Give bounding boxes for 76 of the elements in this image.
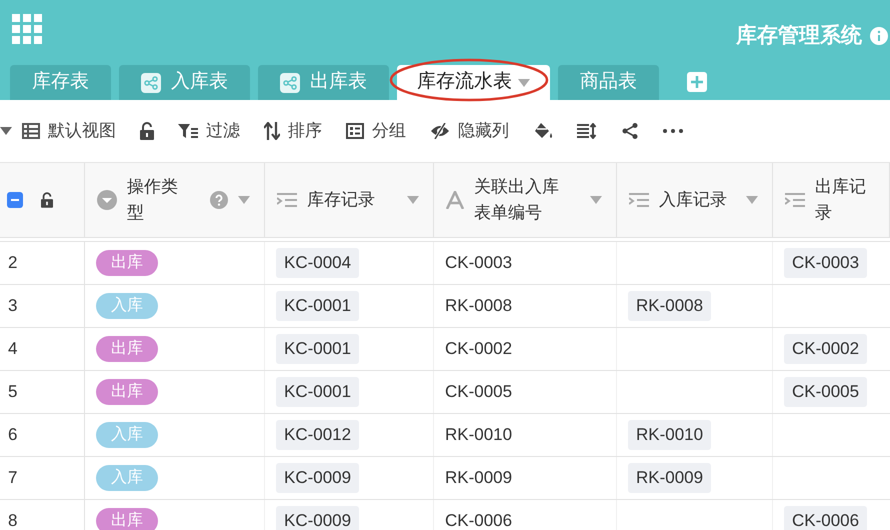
type-tag: 出库	[96, 250, 158, 276]
record-tag: CK-0005	[784, 377, 868, 407]
record-tag: KC-0001	[276, 334, 360, 364]
table-cell-text: RK-0008	[445, 295, 512, 318]
column-title: 关联出入库表单编号	[474, 176, 560, 224]
select-all-checkbox[interactable]	[7, 192, 23, 208]
hide-button[interactable]: 隐藏列	[430, 116, 509, 146]
caret-icon[interactable]	[746, 196, 758, 204]
filter-icon	[178, 123, 198, 139]
table-cell-text: CK-0002	[445, 338, 512, 360]
link-table-icon	[280, 72, 300, 92]
record-tag: RK-0010	[628, 420, 712, 450]
caret-icon[interactable]	[407, 196, 419, 204]
sort-button[interactable]: 排序	[264, 116, 322, 146]
group-button[interactable]: 分组	[346, 116, 406, 146]
view-button[interactable]: 默认视图	[22, 116, 116, 146]
column-title: 库存记录	[307, 189, 376, 211]
hidden-eye-icon	[430, 123, 450, 139]
caret-icon[interactable]	[590, 196, 602, 204]
column-title: 入库记录	[659, 189, 728, 211]
lock-icon[interactable]	[41, 192, 53, 208]
row-number: 7	[8, 467, 18, 490]
record-tag: KC-0004	[276, 248, 360, 278]
column-header-cell[interactable]: 操作类型	[85, 163, 265, 237]
help-icon[interactable]	[210, 191, 228, 209]
record-tag: CK-0006	[784, 506, 868, 530]
group-icon	[346, 123, 364, 139]
sort-icon	[264, 122, 280, 140]
caret-icon	[518, 78, 530, 86]
record-tag: KC-0009	[276, 463, 360, 493]
column-header-cell[interactable]: 入库记录	[617, 163, 773, 237]
row-number: 2	[8, 252, 18, 274]
table-cell-text: RK-0009	[445, 467, 512, 490]
type-tag: 出库	[96, 336, 158, 362]
record-tag: RK-0009	[628, 463, 712, 493]
link-type-icon	[629, 192, 649, 208]
type-tag: 入库	[96, 422, 158, 448]
link-table-icon	[141, 72, 161, 92]
info-icon[interactable]	[870, 26, 888, 45]
record-tag: KC-0001	[276, 377, 360, 407]
record-tag: KC-0001	[276, 291, 360, 321]
row-number: 8	[8, 510, 18, 530]
column-header-cell[interactable]: 关联出入库表单编号	[434, 163, 617, 237]
link-type-icon	[785, 192, 805, 208]
type-tag: 入库	[96, 465, 158, 491]
row-number: 5	[8, 381, 18, 404]
row-number: 3	[8, 295, 18, 318]
column-title: 操作类型	[127, 176, 179, 224]
caret-icon[interactable]	[238, 196, 250, 204]
column-title: 出库记录	[815, 176, 867, 224]
record-tag: CK-0003	[784, 248, 868, 278]
type-tag: 出库	[96, 379, 158, 405]
add-tab-button[interactable]	[687, 72, 707, 92]
row-number: 6	[8, 424, 18, 446]
column-header-cell[interactable]: 库存记录	[265, 163, 434, 237]
type-tag: 入库	[96, 293, 158, 319]
table-cell-text: CK-0005	[445, 381, 512, 404]
view-grid-icon	[22, 123, 40, 139]
row-number: 4	[8, 338, 18, 360]
collapse-caret-icon[interactable]	[0, 127, 12, 135]
app-title: 库存管理系统	[736, 22, 862, 49]
tab[interactable]: 库存流水表	[397, 65, 550, 100]
type-tag: 出库	[96, 508, 158, 530]
table-cell-text: RK-0010	[445, 424, 512, 446]
column-header-cell[interactable]: 出库记录	[773, 163, 890, 237]
record-tag: RK-0008	[628, 291, 712, 321]
app-grid-icon[interactable]	[12, 14, 42, 44]
filter-button[interactable]: 过滤	[178, 116, 240, 146]
text-type-icon	[446, 191, 464, 209]
dropdown-type-icon	[97, 190, 117, 210]
record-tag: KC-0009	[276, 506, 360, 530]
table-cell-text: CK-0006	[445, 510, 512, 530]
record-tag: KC-0012	[276, 420, 360, 450]
table-cell-text: CK-0003	[445, 252, 512, 274]
link-type-icon	[277, 192, 297, 208]
record-tag: CK-0002	[784, 334, 868, 364]
